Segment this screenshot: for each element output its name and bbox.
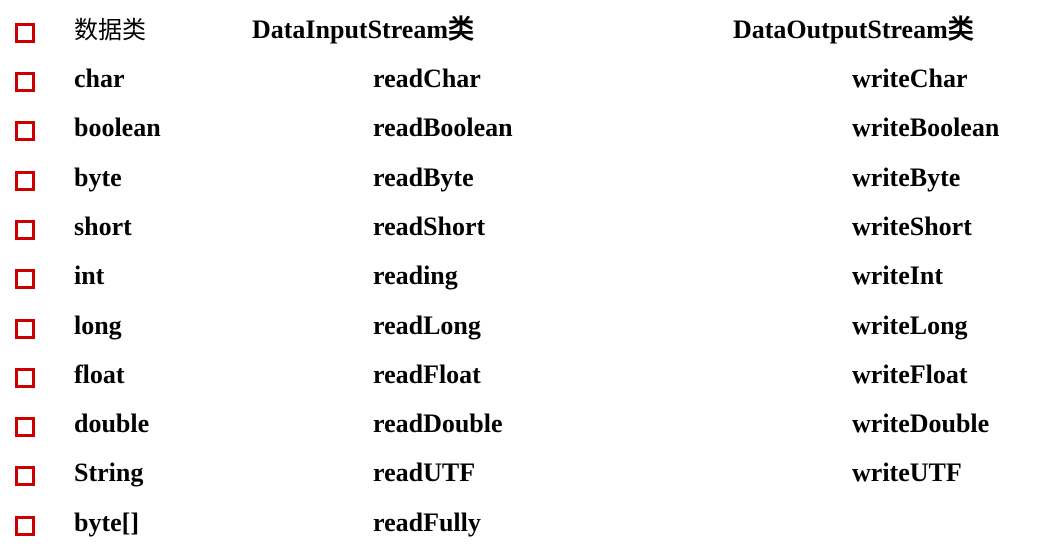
data-type: int bbox=[74, 261, 105, 290]
data-type: double bbox=[74, 409, 150, 438]
table-row: short readShort writeShort bbox=[0, 209, 1050, 249]
read-method: readDouble bbox=[373, 409, 503, 438]
square-bullet-icon bbox=[15, 23, 35, 43]
square-bullet-icon bbox=[15, 417, 35, 437]
write-method: writeUTF bbox=[852, 458, 962, 487]
table-row: float readFloat writeFloat bbox=[0, 357, 1050, 397]
data-type: byte[] bbox=[74, 508, 139, 537]
square-bullet-icon bbox=[15, 121, 35, 141]
data-type: char bbox=[74, 64, 125, 93]
read-method: readUTF bbox=[373, 458, 476, 487]
square-bullet-icon bbox=[15, 171, 35, 191]
write-method: writeShort bbox=[852, 212, 972, 241]
table-row: boolean readBoolean writeBoolean bbox=[0, 110, 1050, 150]
write-method: writeBoolean bbox=[852, 113, 1000, 142]
read-method: readFloat bbox=[373, 360, 481, 389]
write-method: writeChar bbox=[852, 64, 968, 93]
table-row: double readDouble writeDouble bbox=[0, 406, 1050, 446]
write-method: writeByte bbox=[852, 163, 961, 192]
header-row: 数据类 DataInputStream类 DataOutputStream类 bbox=[0, 12, 1050, 52]
write-method: writeFloat bbox=[852, 360, 968, 389]
data-type: boolean bbox=[74, 113, 161, 142]
write-method: writeDouble bbox=[852, 409, 990, 438]
square-bullet-icon bbox=[15, 466, 35, 486]
table-row: byte readByte writeByte bbox=[0, 160, 1050, 200]
square-bullet-icon bbox=[15, 220, 35, 240]
read-method: readFully bbox=[373, 508, 481, 537]
read-method: readChar bbox=[373, 64, 481, 93]
data-type: String bbox=[74, 458, 144, 487]
table-row: char readChar writeChar bbox=[0, 61, 1050, 101]
data-type: byte bbox=[74, 163, 122, 192]
table-row: byte[] readFully bbox=[0, 505, 1050, 545]
read-method: readShort bbox=[373, 212, 486, 241]
header-datainputstream: DataInputStream类 bbox=[252, 15, 474, 44]
table-row: int reading writeInt bbox=[0, 258, 1050, 298]
read-method: readLong bbox=[373, 311, 481, 340]
table-row: String readUTF writeUTF bbox=[0, 455, 1050, 495]
square-bullet-icon bbox=[15, 368, 35, 388]
square-bullet-icon bbox=[15, 516, 35, 536]
square-bullet-icon bbox=[15, 72, 35, 92]
square-bullet-icon bbox=[15, 319, 35, 339]
read-method: reading bbox=[373, 261, 458, 290]
data-type: short bbox=[74, 212, 132, 241]
write-method: writeInt bbox=[852, 261, 943, 290]
square-bullet-icon bbox=[15, 269, 35, 289]
data-type: long bbox=[74, 311, 122, 340]
table-row: long readLong writeLong bbox=[0, 308, 1050, 348]
read-method: readBoolean bbox=[373, 113, 513, 142]
write-method: writeLong bbox=[852, 311, 968, 340]
header-dataoutputstream: DataOutputStream类 bbox=[733, 15, 974, 44]
header-data-type: 数据类 bbox=[74, 16, 146, 44]
read-method: readByte bbox=[373, 163, 474, 192]
data-type: float bbox=[74, 360, 125, 389]
slide: 数据类 DataInputStream类 DataOutputStream类 c… bbox=[0, 0, 1050, 560]
